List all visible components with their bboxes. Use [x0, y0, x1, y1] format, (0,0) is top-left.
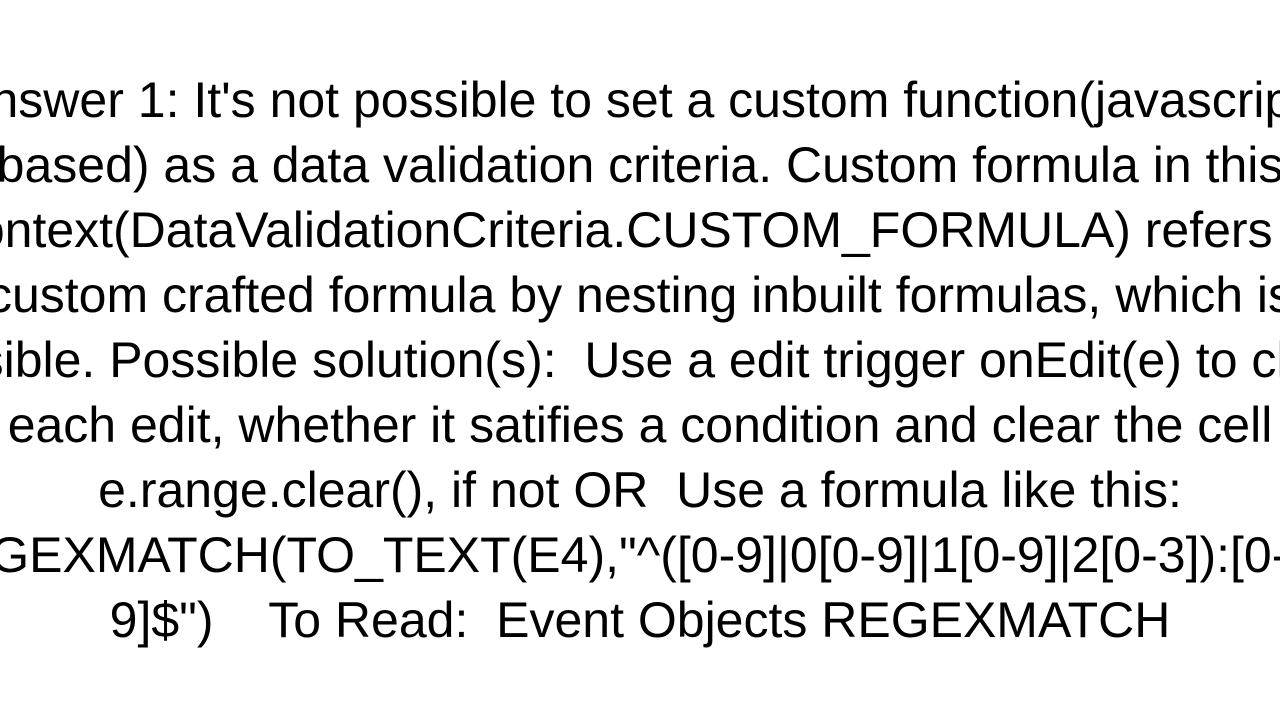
answer-text: Answer 1: It's not possible to set a cus… [0, 68, 1280, 653]
document-page: Answer 1: It's not possible to set a cus… [0, 0, 1280, 720]
